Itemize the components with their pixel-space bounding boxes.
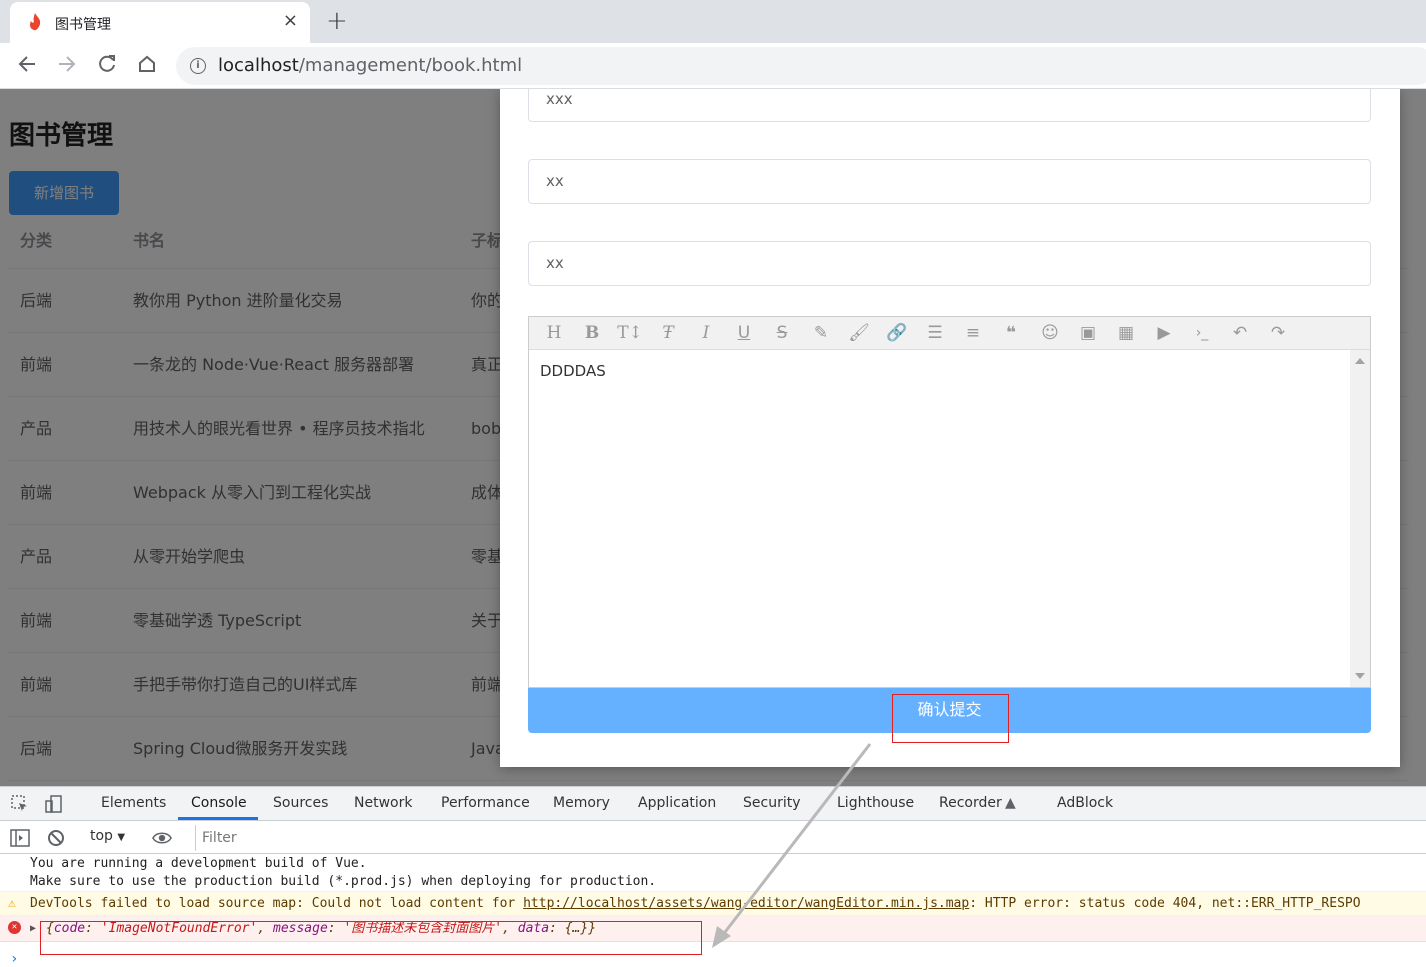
url-text: localhost/management/book.html	[218, 55, 523, 76]
site-info-icon[interactable]: i	[190, 58, 206, 74]
source-map-link[interactable]: http://localhost/assets/wang-editor/wang…	[523, 896, 969, 911]
undo-icon[interactable]: ↶	[1227, 321, 1253, 345]
link-icon[interactable]: 🔗	[884, 321, 910, 345]
scroll-down-icon[interactable]	[1355, 673, 1365, 679]
image-icon[interactable]: ▣	[1075, 321, 1101, 345]
devtools-tab-security[interactable]: Security	[743, 795, 801, 811]
home-icon[interactable]	[134, 53, 160, 79]
rich-text-editor: H B T↕ Ŧ I U S ✎ 🖌 🔗 ☰ ≡ ❝ ☺ ▣ ▦ ▶ ›_ ↶ …	[528, 316, 1371, 688]
back-icon[interactable]	[14, 53, 40, 79]
active-tab-indicator	[178, 817, 258, 820]
devtools-tab-performance[interactable]: Performance	[441, 795, 530, 811]
editor-toolbar: H B T↕ Ŧ I U S ✎ 🖌 🔗 ☰ ≡ ❝ ☺ ▣ ▦ ▶ ›_ ↶ …	[529, 317, 1370, 350]
devtools-tab-sources[interactable]: Sources	[273, 795, 328, 811]
browser-tab[interactable]: 图书管理 ×	[10, 2, 310, 43]
devtools-tab-adblock[interactable]: AdBlock	[1057, 795, 1113, 811]
console-toolbar: top ▼ Filter	[0, 822, 1426, 854]
console-filter-input[interactable]: Filter	[195, 825, 1426, 851]
error-icon: ✕	[8, 921, 21, 934]
brush-icon[interactable]: 🖌	[846, 321, 872, 345]
underline-icon[interactable]: U	[731, 321, 757, 345]
warning-icon: ⚠	[8, 896, 16, 911]
devtools-tab-memory[interactable]: Memory	[553, 795, 610, 811]
devtools-tabbar: Elements Console Sources Network Perform…	[0, 787, 1426, 821]
book-dialog: xxx xx xx H B T↕ Ŧ I U S ✎ 🖌 🔗 ☰ ≡ ❝ ☺ ▣…	[500, 89, 1400, 767]
annotation-box-error	[40, 921, 702, 955]
field-input-3[interactable]: xx	[528, 241, 1371, 286]
new-tab-button[interactable]: +	[326, 6, 348, 36]
devtools-tab-elements[interactable]: Elements	[101, 795, 166, 811]
code-icon[interactable]: ›_	[1189, 321, 1215, 345]
font-family-icon[interactable]: Ŧ	[655, 321, 681, 345]
devtools-tab-network[interactable]: Network	[354, 795, 412, 811]
heading-icon[interactable]: H	[541, 321, 567, 345]
editor-content[interactable]: DDDDAS	[529, 350, 1349, 687]
quote-icon[interactable]: ❝	[998, 321, 1024, 345]
console-warning: ⚠ DevTools failed to load source map: Co…	[0, 891, 1426, 916]
browser-toolbar: i localhost/management/book.html	[0, 43, 1426, 89]
field-input-2[interactable]: xx	[528, 159, 1371, 204]
inspect-element-icon[interactable]	[10, 794, 30, 814]
devtools-tab-console[interactable]: Console	[191, 795, 247, 811]
address-bar[interactable]: i localhost/management/book.html	[176, 47, 1426, 85]
console-log-line: Make sure to use the production build (*…	[30, 874, 657, 889]
console-prompt[interactable]: ›	[10, 951, 18, 967]
redo-icon[interactable]: ↷	[1265, 321, 1291, 345]
eye-icon[interactable]	[152, 828, 172, 848]
context-selector[interactable]: top ▼	[90, 828, 125, 844]
pen-icon[interactable]: ✎	[808, 321, 834, 345]
italic-icon[interactable]: I	[693, 321, 719, 345]
strikethrough-icon[interactable]: S	[769, 321, 795, 345]
flask-icon: ▲	[1005, 795, 1016, 811]
field-input-1[interactable]: xxx	[528, 89, 1371, 122]
annotation-box-submit	[892, 694, 1009, 743]
devtools-tab-lighthouse[interactable]: Lighthouse	[837, 795, 914, 811]
video-icon[interactable]: ▶	[1151, 321, 1177, 345]
font-size-icon[interactable]: T↕	[617, 321, 643, 345]
device-toolbar-icon[interactable]	[44, 794, 64, 814]
clear-console-icon[interactable]	[46, 828, 66, 848]
tab-title: 图书管理	[55, 17, 111, 33]
devtools-tab-recorder[interactable]: Recorder	[939, 795, 1002, 811]
dropdown-icon: ▼	[117, 832, 126, 843]
scroll-up-icon[interactable]	[1355, 358, 1365, 364]
devtools-panel: Elements Console Sources Network Perform…	[0, 786, 1426, 967]
console-log-line: You are running a development build of V…	[30, 856, 367, 871]
editor-scrollbar[interactable]	[1350, 350, 1370, 687]
list-icon[interactable]: ☰	[922, 321, 948, 345]
bold-icon[interactable]: B	[579, 321, 605, 345]
tab-close-button[interactable]: ×	[283, 10, 298, 31]
console-output: You are running a development build of V…	[0, 855, 1426, 967]
forward-icon[interactable]	[54, 53, 80, 79]
sidebar-toggle-icon[interactable]	[10, 828, 30, 848]
reload-icon[interactable]	[94, 53, 120, 79]
browser-tabstrip: 图书管理 × +	[0, 0, 1426, 43]
flame-icon	[30, 13, 41, 31]
warning-suffix: : HTTP error: status code 404, net::ERR_…	[969, 896, 1361, 911]
emoji-icon[interactable]: ☺	[1037, 321, 1063, 345]
devtools-tab-application[interactable]: Application	[638, 795, 716, 811]
page-content: 图书管理 新增图书 分类 书名 子标 后端 教你用 Python 进阶量化交易 …	[0, 89, 1426, 786]
expand-arrow-icon[interactable]: ▶	[30, 916, 36, 941]
table-icon[interactable]: ▦	[1113, 321, 1139, 345]
warning-text: DevTools failed to load source map: Coul…	[30, 896, 524, 911]
align-icon[interactable]: ≡	[960, 321, 986, 345]
